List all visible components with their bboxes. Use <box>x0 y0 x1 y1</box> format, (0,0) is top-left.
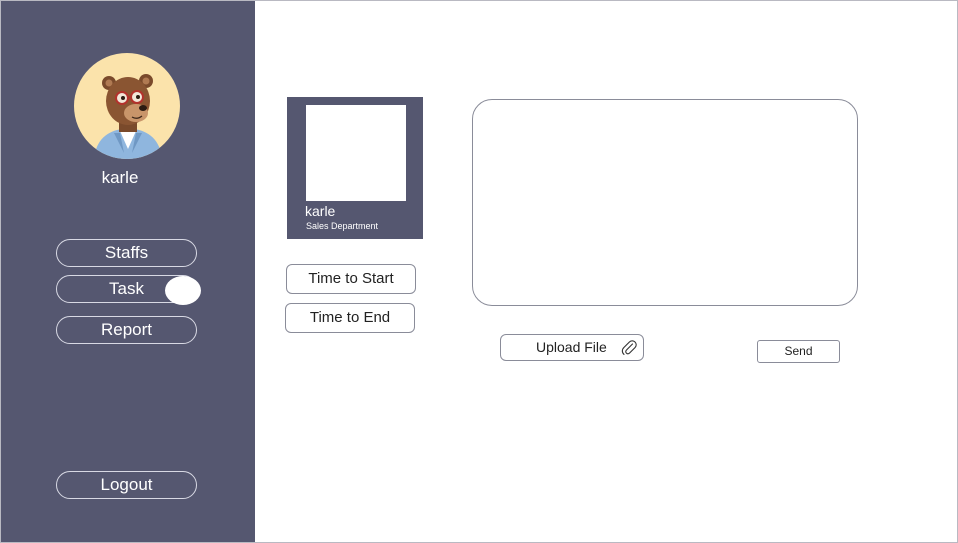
nav-staffs-button[interactable]: Staffs <box>56 239 197 267</box>
sidebar-username: karle <box>101 168 139 187</box>
time-to-end-button[interactable]: Time to End <box>285 303 415 333</box>
bear-avatar-icon <box>94 74 162 159</box>
send-button[interactable]: Send <box>757 340 840 363</box>
time-to-start-button[interactable]: Time to Start <box>286 264 416 294</box>
profile-department: Sales Department <box>306 221 379 231</box>
task-active-indicator <box>165 276 201 305</box>
profile-name: karle <box>305 203 336 219</box>
message-input[interactable] <box>472 99 858 306</box>
nav-report-button[interactable]: Report <box>56 316 197 344</box>
profile-card: karle Sales Department <box>287 97 423 239</box>
sidebar: karle Staffs Task Report Logout <box>0 0 255 543</box>
paperclip-icon <box>621 340 637 355</box>
upload-file-label: Upload File <box>536 339 607 355</box>
upload-file-button[interactable]: Upload File <box>500 334 644 361</box>
logout-button[interactable]: Logout <box>56 471 197 499</box>
profile-photo <box>306 105 406 201</box>
avatar <box>74 53 180 159</box>
